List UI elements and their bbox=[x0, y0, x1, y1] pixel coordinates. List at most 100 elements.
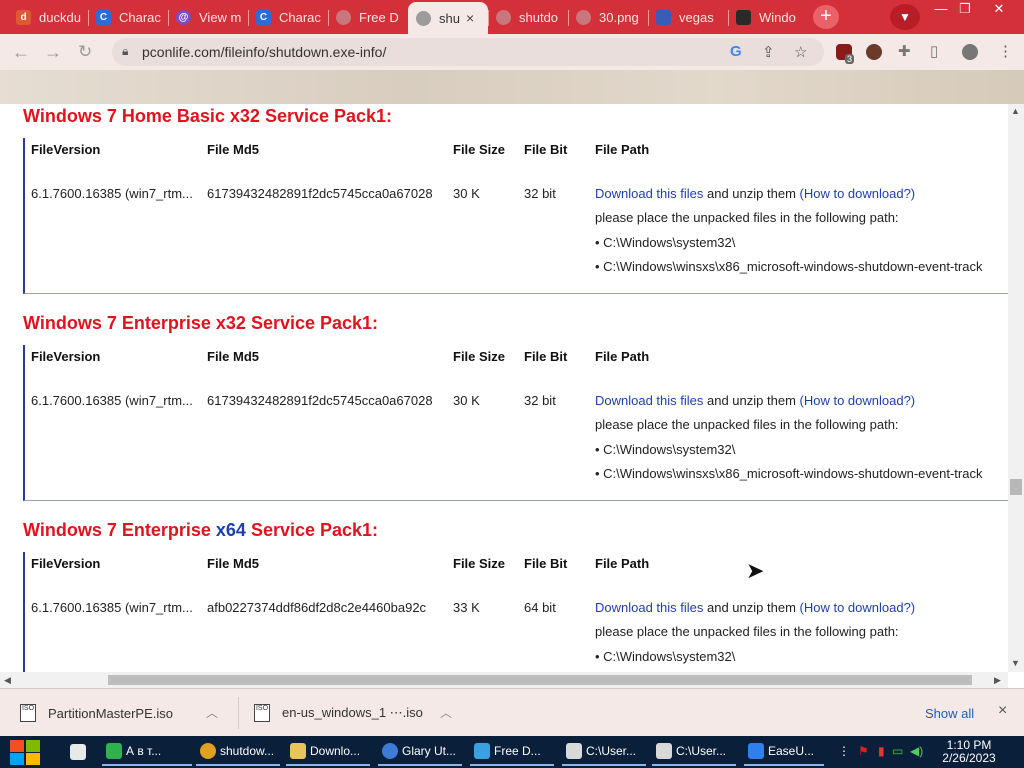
download-bar: ISO PartitionMasterPE.iso ︿ ISO en-us_wi… bbox=[0, 688, 1024, 736]
tab-view[interactable]: @ View m bbox=[168, 3, 248, 32]
scroll-down-icon[interactable]: ▼ bbox=[1011, 658, 1020, 668]
tab-free-download[interactable]: Free D bbox=[328, 3, 408, 32]
taskbar-label: Glary Ut... bbox=[402, 744, 457, 758]
at-sign-icon: @ bbox=[176, 10, 191, 25]
network-icon[interactable]: ▭ bbox=[892, 744, 903, 758]
chevron-up-icon[interactable]: ︿ bbox=[440, 704, 452, 721]
globe-icon bbox=[496, 10, 511, 25]
profile-extension-icon[interactable] bbox=[866, 44, 882, 60]
tab-search-chevron-down-icon[interactable]: ▼ bbox=[890, 4, 920, 30]
header-size: File Size bbox=[453, 142, 506, 157]
taskbar-7zip-1[interactable]: C:\User... bbox=[562, 738, 646, 766]
notification-app-icon[interactable]: ▮ bbox=[878, 744, 885, 758]
tab-30-png[interactable]: 30.png bbox=[568, 3, 648, 32]
start-quad bbox=[26, 740, 40, 752]
taskbar-app[interactable]: А в т... bbox=[102, 738, 192, 766]
header-fileversion: FileVersion bbox=[31, 142, 101, 157]
taskbar-chrome[interactable]: shutdow... bbox=[196, 738, 280, 766]
chevron-up-icon[interactable]: ︿ bbox=[206, 704, 218, 721]
tab-shutdown[interactable]: shutdo bbox=[488, 3, 568, 32]
unzip-text: and unzip them bbox=[703, 600, 800, 615]
puzzle-extensions-icon[interactable]: ✚ bbox=[898, 42, 911, 60]
more-menu-icon[interactable]: ⋮ bbox=[998, 42, 1013, 60]
unzip-text: and unzip them bbox=[703, 393, 800, 408]
duckduckgo-icon: d bbox=[16, 10, 31, 25]
download-files-link[interactable]: Download this files bbox=[595, 393, 703, 408]
taskbar-label: C:\User... bbox=[676, 744, 727, 758]
how-to-download-link[interactable]: (How to download?) bbox=[800, 600, 916, 615]
flag-icon[interactable]: ⚑ bbox=[858, 744, 869, 758]
taskbar-label: C:\User... bbox=[586, 744, 637, 758]
scroll-right-icon[interactable]: ▶ bbox=[994, 675, 1001, 686]
taskbar-easeus[interactable]: EaseU... bbox=[744, 738, 824, 766]
tab-windows[interactable]: Windo bbox=[728, 3, 800, 32]
download-filename: PartitionMasterPE.iso bbox=[48, 705, 173, 721]
address-bar[interactable]: 🔒︎ pconlife.com/fileinfo/shutdown.exe-in… bbox=[112, 38, 824, 66]
close-tab-icon[interactable]: × bbox=[466, 10, 474, 26]
taskbar-free-download[interactable]: Free D... bbox=[470, 738, 554, 766]
browser-toolbar: ← → ↻ 🔒︎ pconlife.com/fileinfo/shutdown.… bbox=[0, 34, 1024, 70]
clock[interactable]: 1:10 PM 2/26/2023 bbox=[934, 739, 1004, 765]
windows-start-icon[interactable] bbox=[10, 738, 42, 766]
reload-icon[interactable]: ↻ bbox=[78, 42, 92, 62]
title-text: Windows 7 Enterprise bbox=[23, 313, 216, 333]
overflow-menu-icon[interactable]: ⋮ bbox=[838, 744, 850, 758]
restore-icon[interactable]: ❐ bbox=[950, 0, 980, 20]
google-icon[interactable]: G bbox=[730, 43, 742, 60]
globe-icon bbox=[576, 10, 591, 25]
glary-icon bbox=[382, 743, 398, 759]
start-quad bbox=[10, 753, 24, 765]
file-info-section: Windows 7 Enterprise x32 Service Pack1: … bbox=[0, 313, 1008, 513]
file-table: FileVersion File Md5 File Size File Bit … bbox=[23, 138, 1008, 294]
path-item: • C:\Windows\winsxs\x86_microsoft-window… bbox=[595, 259, 983, 274]
how-to-download-link[interactable]: (How to download?) bbox=[800, 393, 916, 408]
window-close-icon[interactable]: ✕ bbox=[984, 0, 1014, 20]
tab-title: Charac bbox=[119, 10, 161, 25]
taskbar-7zip-2[interactable]: C:\User... bbox=[652, 738, 736, 766]
7zip-icon bbox=[656, 743, 672, 759]
divider bbox=[238, 697, 239, 729]
lock-icon: 🔒︎ bbox=[122, 44, 129, 58]
download-files-link[interactable]: Download this files bbox=[595, 600, 703, 615]
section-title: Windows 7 Home Basic x32 Service Pack1: bbox=[23, 106, 392, 127]
tab-character-2[interactable]: C Charac bbox=[248, 3, 328, 32]
bookmark-star-icon[interactable]: ☆ bbox=[794, 43, 807, 61]
volume-icon[interactable]: ◀) bbox=[910, 744, 923, 758]
new-tab-button[interactable]: + bbox=[813, 5, 839, 29]
tab-title: Windo bbox=[759, 10, 796, 25]
tab-vegas[interactable]: vegas bbox=[648, 3, 728, 32]
download-item[interactable]: ISO PartitionMasterPE.iso bbox=[20, 689, 173, 737]
tab-character-1[interactable]: C Charac bbox=[88, 3, 168, 32]
unzip-text: and unzip them bbox=[703, 186, 800, 201]
download-files-link[interactable]: Download this files bbox=[595, 186, 703, 201]
globe-icon bbox=[336, 10, 351, 25]
tab-duckduckgo[interactable]: d duckdu bbox=[8, 3, 88, 32]
mouse-cursor-icon: ➤ bbox=[746, 558, 765, 583]
url-text[interactable]: pconlife.com/fileinfo/shutdown.exe-info/ bbox=[142, 44, 386, 60]
tab-title: vegas bbox=[679, 10, 714, 25]
start-quad bbox=[26, 753, 40, 765]
how-to-download-link[interactable]: (How to download?) bbox=[800, 186, 916, 201]
horizontal-scroll-thumb[interactable] bbox=[108, 675, 972, 685]
avatar[interactable] bbox=[962, 44, 978, 60]
tab-shutdown-active[interactable]: shu × bbox=[408, 2, 488, 34]
share-icon[interactable]: ⇪ bbox=[762, 43, 775, 61]
forward-arrow-icon[interactable]: → bbox=[44, 42, 62, 63]
download-instructions: Download this files and unzip them (How … bbox=[595, 186, 915, 201]
close-download-bar-icon[interactable]: × bbox=[998, 702, 1007, 720]
side-panel-icon[interactable]: ▯ bbox=[930, 42, 938, 60]
taskbar-show-desktop[interactable] bbox=[66, 738, 96, 766]
scroll-up-icon[interactable]: ▲ bbox=[1011, 106, 1020, 116]
download-item[interactable]: ISO en-us_windows_1 ⋯.iso bbox=[254, 689, 423, 737]
taskbar-label: Free D... bbox=[494, 744, 541, 758]
show-all-button[interactable]: Show all bbox=[925, 706, 974, 721]
back-arrow-icon[interactable]: ← bbox=[12, 42, 30, 63]
vertical-scrollbar[interactable] bbox=[1008, 104, 1024, 672]
section-title: Windows 7 Enterprise x32 Service Pack1: bbox=[23, 313, 378, 334]
vertical-scroll-thumb[interactable] bbox=[1010, 479, 1022, 495]
taskbar-glary[interactable]: Glary Ut... bbox=[378, 738, 462, 766]
taskbar-downloads[interactable]: Downlo... bbox=[286, 738, 370, 766]
header-size: File Size bbox=[453, 556, 506, 571]
header-md5: File Md5 bbox=[207, 142, 260, 157]
scroll-left-icon[interactable]: ◀ bbox=[4, 675, 11, 686]
